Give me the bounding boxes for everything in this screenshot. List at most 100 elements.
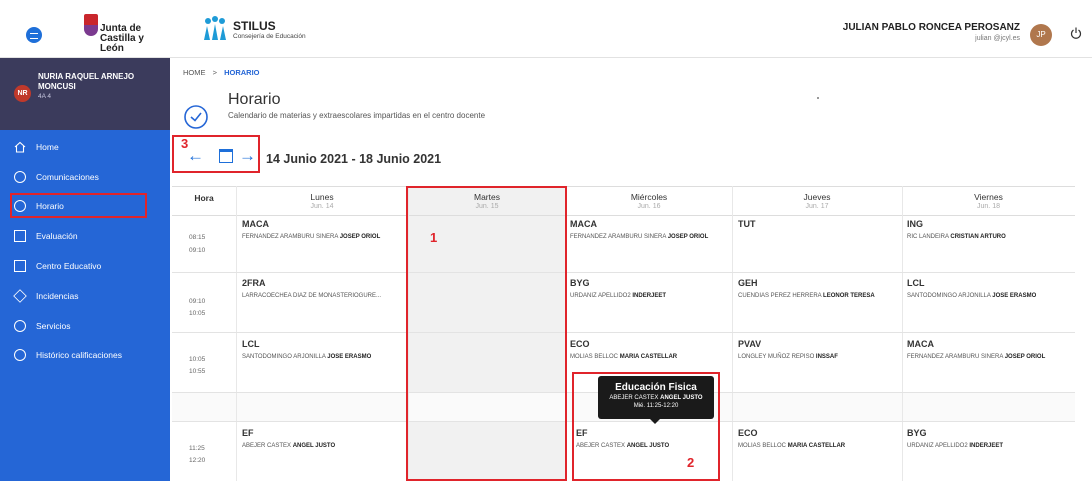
day-name: Miércoles [630,192,668,202]
jcyl-logo-text: Junta de Castilla y León [100,23,144,54]
teacher-name: SANTODOMINGO ARJONILLA JOSE ERASMO [242,354,372,360]
history-icon [14,349,26,361]
power-icon[interactable] [1070,27,1082,39]
menu-icon[interactable] [26,27,42,43]
subject-code[interactable]: MACA [570,219,597,229]
teacher-name: ABEJER CASTEX ANGEL JUSTO [242,443,336,449]
timetable-header: Hora Lunes Jun. 14 Martes Jun. 15 Miérco… [172,186,1075,216]
sidebar-item-incidencias[interactable]: Incidencias [13,283,160,309]
teacher-name: MOLIAS BELLOC MARIA CASTELLAR [738,443,846,449]
user-avatar[interactable]: JP [1030,24,1052,46]
week-range: 14 Junio 2021 - 18 Junio 2021 [266,152,442,166]
home-icon [14,141,26,153]
day-date: Jun. 14 [310,203,334,210]
tooltip-teacher: ABEJER CASTEX ANGEL JUSTO [609,395,703,401]
page-subtitle: Calendario de materias y extraescolares … [228,111,486,120]
sidebar-item-label: Servicios [36,321,71,331]
teacher-name: FERNANDEZ ARAMBURU SINERA JOSEP ORIOL [907,354,1046,360]
subject-code[interactable]: BYG [570,278,590,288]
column-divider [732,186,733,481]
sidebar-item-label: Home [36,142,59,152]
day-header-lunes[interactable]: Lunes Jun. 14 [236,187,408,217]
breadcrumb-current: HORARIO [224,68,260,77]
top-header: Junta de Castilla y León STILUS Consejer… [0,0,1092,58]
slot-end-time: 10:05 [189,310,206,317]
teacher-name: LONGLEY MUÑOZ REPISO INSSAF [738,354,838,360]
teacher-name: FERNANDEZ ARAMBURU SINERA JOSEP ORIOL [242,234,381,240]
subject-code[interactable]: MACA [242,219,269,229]
subject-code[interactable]: LCL [907,278,925,288]
day-header-miercoles[interactable]: Miércoles Jun. 16 [566,187,732,217]
jcyl-logo[interactable]: Junta de Castilla y León [84,14,160,54]
app-subtitle: Consejería de Educación [233,33,306,40]
subject-tooltip: Educación Fisica ABEJER CASTEX ANGEL JUS… [598,376,714,424]
decorative-dot [817,97,819,99]
day-date: Jun. 16 [637,203,661,210]
slot-start-time: 08:15 [189,234,206,241]
day-date: Jun. 18 [977,203,1000,210]
subject-code[interactable]: EF [242,428,254,438]
subject-code[interactable]: TUT [738,219,756,229]
breadcrumb-home[interactable]: HOME [183,68,206,77]
calendar-icon[interactable] [219,149,233,163]
teacher-name: URDANIZ APELLIDO2 INDERJEET [907,443,1004,449]
tooltip-title: Educación Fisica [615,382,697,393]
jcyl-shield-icon [84,14,98,36]
chat-icon [14,171,26,183]
prev-week-arrow-icon[interactable]: ← [187,147,204,164]
subject-code[interactable]: ING [907,219,923,229]
sidebar-item-label: Histórico calificaciones [36,350,122,360]
sidebar-item-label: Centro Educativo [36,261,102,271]
user-name: JULIAN PABLO RONCEA PEROSANZ [842,22,1020,33]
subject-code[interactable]: MACA [907,339,934,349]
sidebar-item-home[interactable]: Home [14,134,160,160]
subject-code[interactable]: ECO [570,339,590,349]
next-week-arrow-icon[interactable]: → [239,147,256,164]
sidebar-item-label: Evaluación [36,231,78,241]
student-name: NURIA RAQUEL ARNEJO MONCUSI [38,72,135,91]
stilus-logo-icon[interactable] [201,16,229,42]
slot-start-time: 10:05 [189,356,206,363]
subject-code[interactable]: GEH [738,278,758,288]
day-name: Jueves [803,192,831,202]
sidebar-item-comunicaciones[interactable]: Comunicaciones [14,164,160,190]
clock-icon [184,105,208,129]
slot-end-time: 10:55 [189,368,206,375]
step-number-2: 2 [687,455,695,470]
user-email: julian @jcyl.es [975,35,1020,42]
teacher-name: URDANIZ APELLIDO2 INDERJEET [570,293,667,299]
day-name: Lunes [310,192,334,202]
subject-code[interactable]: ECO [738,428,758,438]
subject-code[interactable]: PVAV [738,339,761,349]
teacher-name: MOLIAS BELLOC MARIA CASTELLAR [570,354,678,360]
sidebar-item-label: Comunicaciones [36,172,99,182]
student-profile[interactable]: NR NURIA RAQUEL ARNEJO MONCUSI 4A 4 [0,58,170,130]
sidebar-item-evaluacion[interactable]: Evaluación [14,223,160,249]
tooltip-time: Mié. 11:25-12:20 [633,403,679,409]
sidebar-item-servicios[interactable]: Servicios [14,313,160,339]
subject-code[interactable]: BYG [907,428,927,438]
building-icon [14,260,26,272]
grade-icon [14,230,26,242]
day-header-viernes[interactable]: Viernes Jun. 18 [902,187,1075,217]
teacher-name: LARRACOECHEA DIAZ DE MONASTERIOGURE... [242,293,382,299]
breadcrumb: HOME > HORARIO [183,68,260,77]
horario-highlight-box [10,193,147,218]
app-title: STILUS [233,19,276,33]
sidebar-item-historico[interactable]: Histórico calificaciones [14,342,160,368]
gear-icon [14,320,26,332]
subject-code[interactable]: LCL [242,339,260,349]
teacher-name: SANTODOMINGO ARJONILLA JOSE ERASMO [907,293,1037,299]
column-divider [902,186,903,481]
sidebar-item-centro-educativo[interactable]: Centro Educativo [14,253,160,279]
teacher-name: CUENDIAS PEREZ HERRERA LEONOR TERESA [738,293,875,299]
column-divider [236,186,237,481]
subject-code[interactable]: 2FRA [242,278,266,288]
step-number-1: 1 [430,230,438,245]
slot-start-time: 11:25 [189,445,205,452]
day-header-jueves[interactable]: Jueves Jun. 17 [732,187,902,217]
row-divider [172,272,1075,273]
student-group: 4A 4 [38,93,52,100]
slot-end-time: 09:10 [189,247,206,254]
student-avatar: NR [14,85,31,102]
